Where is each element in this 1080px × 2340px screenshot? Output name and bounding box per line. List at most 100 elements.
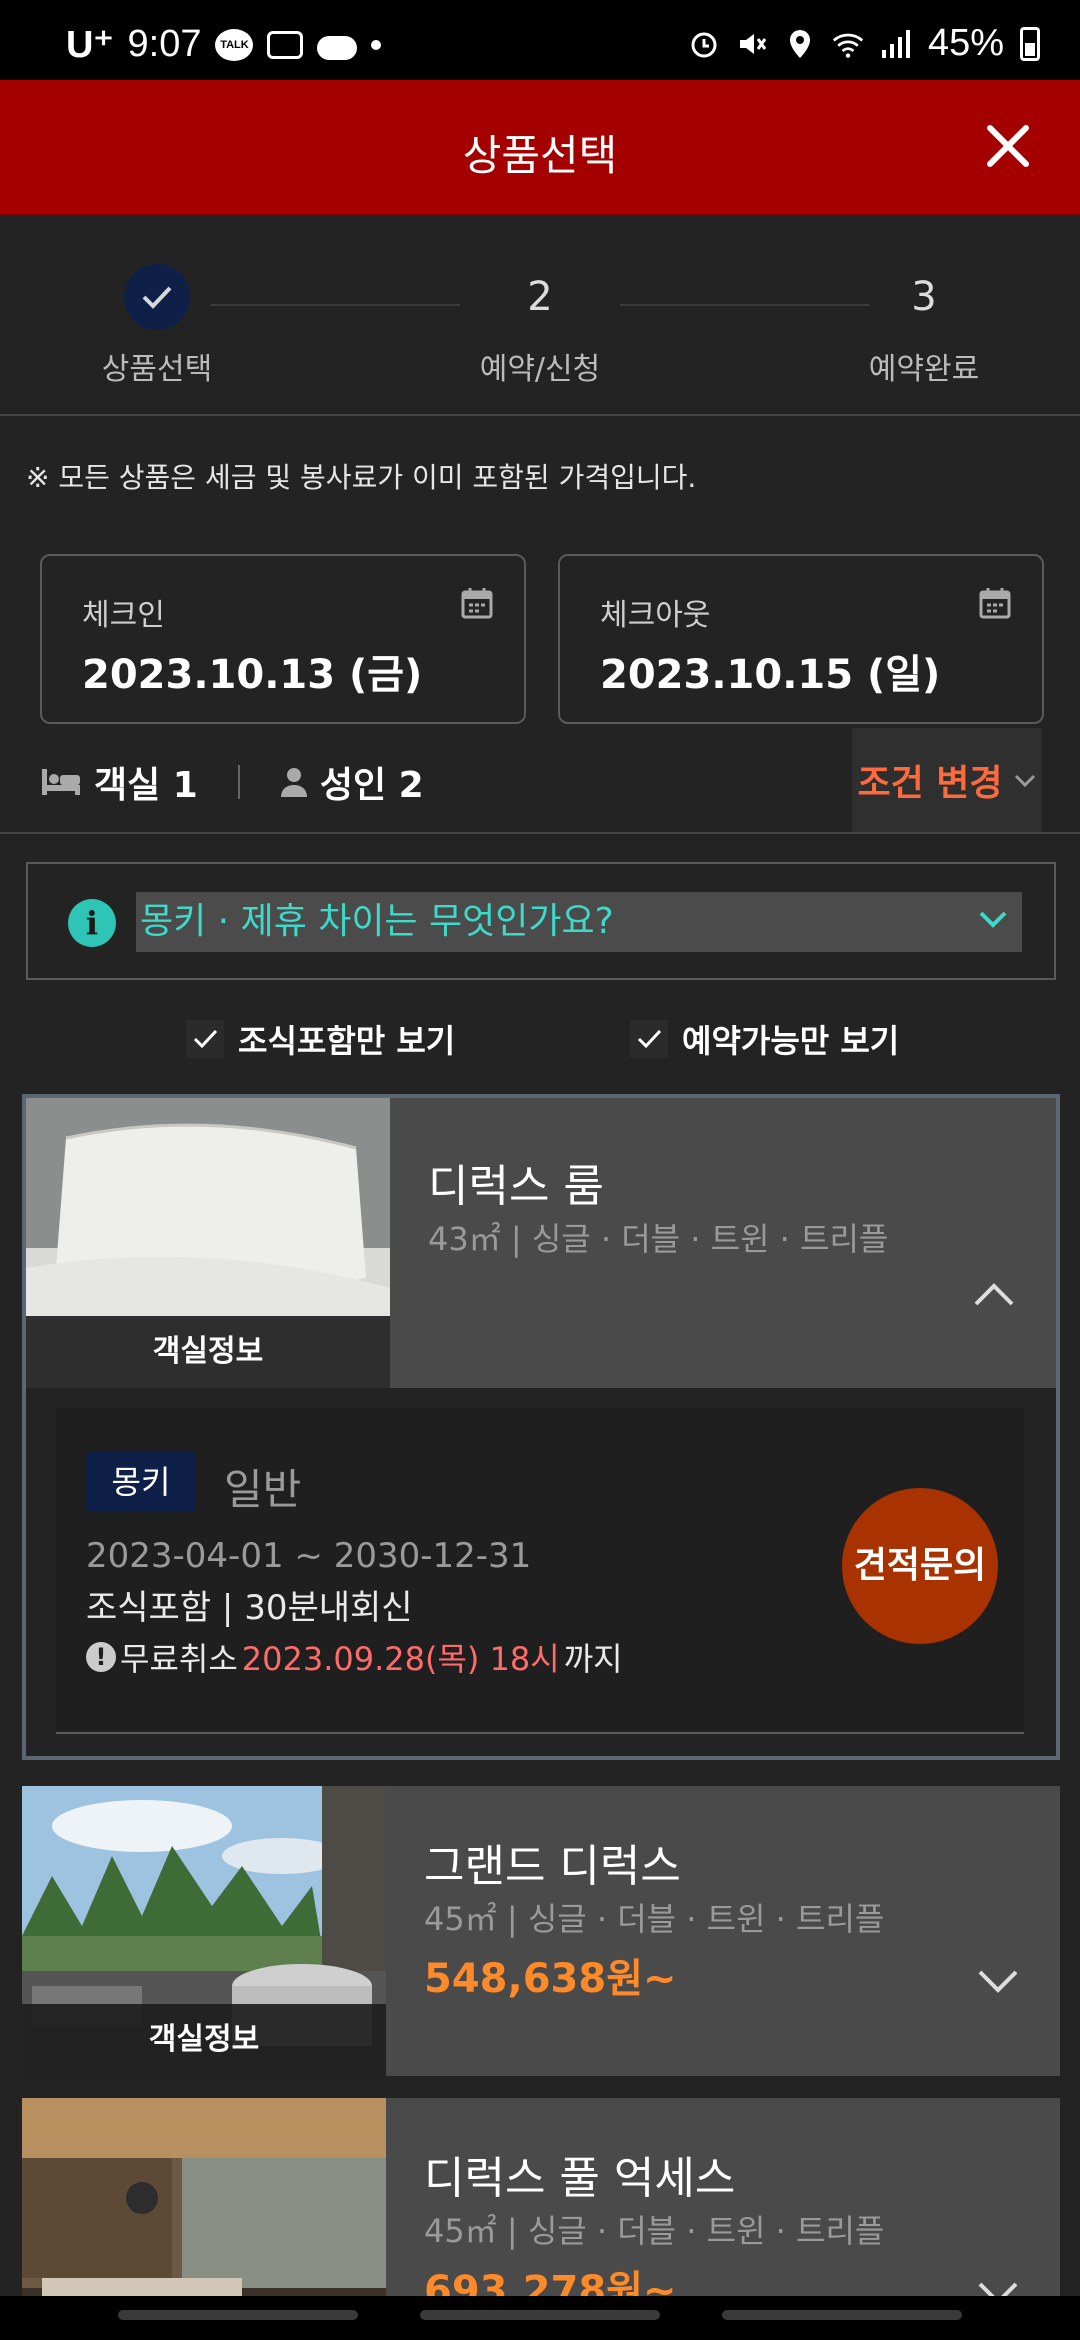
- room-info-label[interactable]: 객실정보: [22, 2004, 386, 2076]
- filter-label: 조식포함만 보기: [238, 1022, 456, 1060]
- chevron-down-icon[interactable]: [976, 1968, 1020, 1996]
- change-conditions-label: 조건 변경: [857, 763, 1003, 804]
- info-icon: i: [68, 899, 116, 947]
- checkout-label: 체크아웃: [600, 598, 711, 633]
- room-card: 객실정보 디럭스 룸 43㎡ | 싱글 · 더블 · 트윈 · 트리플 몽키 일…: [22, 1094, 1060, 1760]
- filter-label: 예약가능만 보기: [682, 1022, 900, 1060]
- warning-icon: !: [86, 1642, 116, 1672]
- step-number: 3: [891, 264, 957, 330]
- room-name: 그랜드 디럭스: [424, 1841, 681, 1892]
- status-right: 45%: [688, 22, 1040, 65]
- progress-stepper: 상품선택 2 예약/신청 3 예약완료: [0, 216, 1080, 416]
- room-specs: 43㎡ | 싱글 · 더블 · 트윈 · 트리플: [428, 1220, 889, 1258]
- step-label: 상품선택: [101, 352, 213, 387]
- quote-inquiry-button[interactable]: 견적문의: [842, 1488, 998, 1644]
- main-content: 상품선택 2 예약/신청 3 예약완료 ※ 모든 상품은 세금 및 봉사료가 이…: [0, 216, 1080, 2296]
- checkin-value: 2023.10.13 (금): [82, 652, 423, 698]
- step-3: 3 예약완료: [824, 264, 1024, 388]
- chevron-up-icon[interactable]: [972, 1280, 1016, 1308]
- section-divider: [0, 832, 1080, 834]
- nav-back-button[interactable]: [722, 2310, 962, 2320]
- cancel-prefix: 무료취소: [120, 1640, 238, 1678]
- check-icon: [193, 1029, 218, 1049]
- step-1: 상품선택: [57, 264, 257, 388]
- room-name: 디럭스 룸: [428, 1161, 604, 1212]
- checkbox[interactable]: [630, 1020, 668, 1058]
- available-filter[interactable]: 예약가능만 보기: [630, 1016, 899, 1062]
- step-label: 예약/신청: [479, 352, 601, 387]
- checkin-label: 체크인: [82, 598, 165, 633]
- room-specs: 45㎡ | 싱글 · 더블 · 트윈 · 트리플: [424, 1900, 885, 1938]
- rate-option: 몽키 일반 2023-04-01 ~ 2030-12-31 조식포함 | 30분…: [26, 1388, 1056, 1752]
- check-icon: [142, 286, 172, 309]
- guest-summary: 객실 1 성인 2: [40, 756, 424, 808]
- battery-percent: 45%: [927, 22, 1004, 64]
- rooms-count: 객실 1: [94, 765, 198, 806]
- room-photo[interactable]: [22, 2098, 386, 2296]
- rate-dates: 2023-04-01 ~ 2030-12-31: [86, 1536, 532, 1576]
- wifi-icon: [832, 28, 864, 60]
- app-header: 상품선택: [0, 80, 1080, 216]
- signal-icon: [880, 28, 912, 60]
- breakfast-filter[interactable]: 조식포함만 보기: [186, 1016, 455, 1062]
- rate-type: 일반: [224, 1465, 302, 1514]
- status-left: U⁺ 9:07 TALK: [66, 22, 382, 67]
- tax-notice: ※ 모든 상품은 세금 및 봉사료가 이미 포함된 가격입니다.: [26, 461, 697, 494]
- person-icon: [280, 768, 307, 797]
- room-photo[interactable]: 객실정보: [22, 1786, 386, 2076]
- close-icon: [987, 125, 1029, 167]
- alarm-icon: [688, 28, 720, 60]
- chevron-down-icon: [1014, 774, 1035, 788]
- step-number: 2: [507, 264, 573, 330]
- info-banner-text: 몽키 · 제휴 차이는 무엇인가요?: [140, 901, 614, 942]
- cancel-deadline: 2023.09.28(목) 18시: [241, 1640, 560, 1678]
- calendar-icon: [979, 588, 1011, 619]
- dot-icon: [371, 39, 382, 50]
- check-icon: [637, 1029, 662, 1049]
- checkout-value: 2023.10.15 (일): [600, 652, 941, 698]
- cancel-suffix: 까지: [563, 1640, 623, 1678]
- status-bar: U⁺ 9:07 TALK 45%: [0, 0, 1080, 80]
- chevron-down-icon: [979, 911, 1007, 928]
- room-photo[interactable]: 객실정보: [26, 1098, 390, 1388]
- cancellation-policy: ! 무료취소 2023.09.28(목) 18시 까지: [86, 1634, 623, 1680]
- carrier-label: U⁺: [66, 24, 114, 66]
- step-2: 2 예약/신청: [440, 264, 640, 388]
- calendar-icon: [461, 588, 493, 619]
- checkin-field[interactable]: 체크인 2023.10.13 (금): [40, 554, 526, 724]
- room-specs: 45㎡ | 싱글 · 더블 · 트윈 · 트리플: [424, 2212, 885, 2250]
- divider: [237, 765, 240, 799]
- location-icon: [784, 28, 816, 60]
- adults-count: 성인 2: [319, 765, 424, 806]
- room-name: 디럭스 풀 억세스: [424, 2153, 736, 2204]
- page-title: 상품선택: [462, 132, 618, 179]
- room-price: 693,278원~: [424, 2268, 677, 2296]
- info-banner[interactable]: i 몽키 · 제휴 차이는 무엇인가요?: [26, 862, 1056, 980]
- rate-card: 몽키 일반 2023-04-01 ~ 2030-12-31 조식포함 | 30분…: [56, 1408, 1024, 1734]
- step-complete-circle: [124, 264, 190, 330]
- rate-description: 조식포함 | 30분내회신: [86, 1588, 413, 1628]
- voicemail-icon: [267, 30, 304, 59]
- mute-icon: [736, 28, 768, 60]
- room-info-label[interactable]: 객실정보: [26, 1316, 390, 1388]
- clock: 9:07: [127, 23, 202, 65]
- kakaotalk-icon: TALK: [215, 28, 254, 61]
- step-label: 예약완료: [868, 352, 980, 387]
- change-conditions-button[interactable]: 조건 변경: [852, 728, 1042, 832]
- bed-icon: [42, 769, 80, 795]
- room-image: [22, 2098, 386, 2296]
- checkbox[interactable]: [186, 1020, 224, 1058]
- cloud-icon: [317, 35, 358, 60]
- info-banner-label: 몽키 · 제휴 차이는 무엇인가요?: [136, 892, 1022, 952]
- close-button[interactable]: [976, 114, 1040, 178]
- nav-recent-button[interactable]: [118, 2310, 358, 2320]
- battery-icon: [1020, 26, 1040, 61]
- nav-home-button[interactable]: [420, 2310, 660, 2320]
- room-price: 548,638원~: [424, 1956, 677, 2002]
- rate-badge: 몽키: [86, 1452, 196, 1512]
- room-card[interactable]: 디럭스 풀 억세스 45㎡ | 싱글 · 더블 · 트윈 · 트리플 693,2…: [22, 2098, 1060, 2296]
- room-card[interactable]: 객실정보 그랜드 디럭스 45㎡ | 싱글 · 더블 · 트윈 · 트리플 54…: [22, 1786, 1060, 2076]
- checkout-field[interactable]: 체크아웃 2023.10.15 (일): [558, 554, 1044, 724]
- system-nav-bar: [0, 2296, 1080, 2340]
- chevron-down-icon[interactable]: [976, 2280, 1020, 2296]
